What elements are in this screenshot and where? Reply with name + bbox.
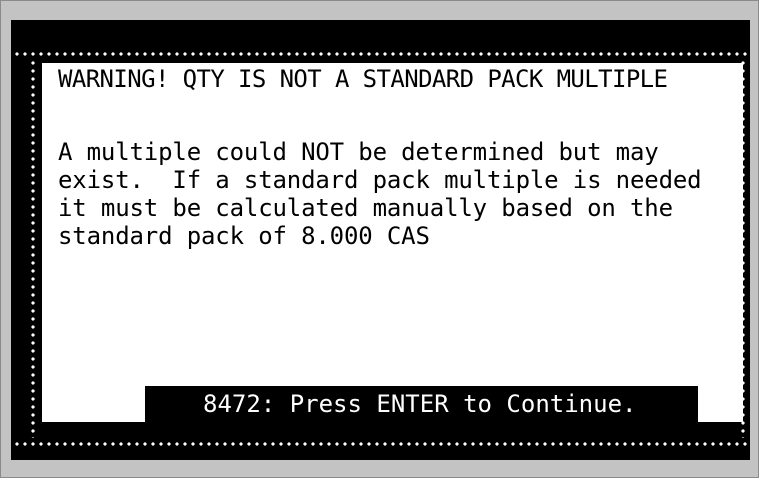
dotted-bottom-border	[13, 441, 748, 447]
application-window-frame: WARNING! QTY IS NOT A STANDARD PACK MULT…	[0, 0, 759, 478]
message-line-3: it must be calculated manually based on …	[58, 194, 673, 222]
dotted-left-border	[30, 59, 36, 438]
warning-heading: WARNING! QTY IS NOT A STANDARD PACK MULT…	[58, 65, 668, 93]
message-line-2: exist. If a standard pack multiple is ne…	[58, 166, 702, 194]
message-panel: WARNING! QTY IS NOT A STANDARD PACK MULT…	[42, 63, 743, 422]
continue-prompt-button[interactable]: 8472: Press ENTER to Continue.	[145, 386, 698, 422]
message-line-4: standard pack of 8.000 CAS	[58, 222, 430, 250]
message-line-1: A multiple could NOT be determined but m…	[58, 138, 659, 166]
terminal-dialog: WARNING! QTY IS NOT A STANDARD PACK MULT…	[11, 20, 750, 460]
dotted-top-border	[13, 51, 748, 57]
